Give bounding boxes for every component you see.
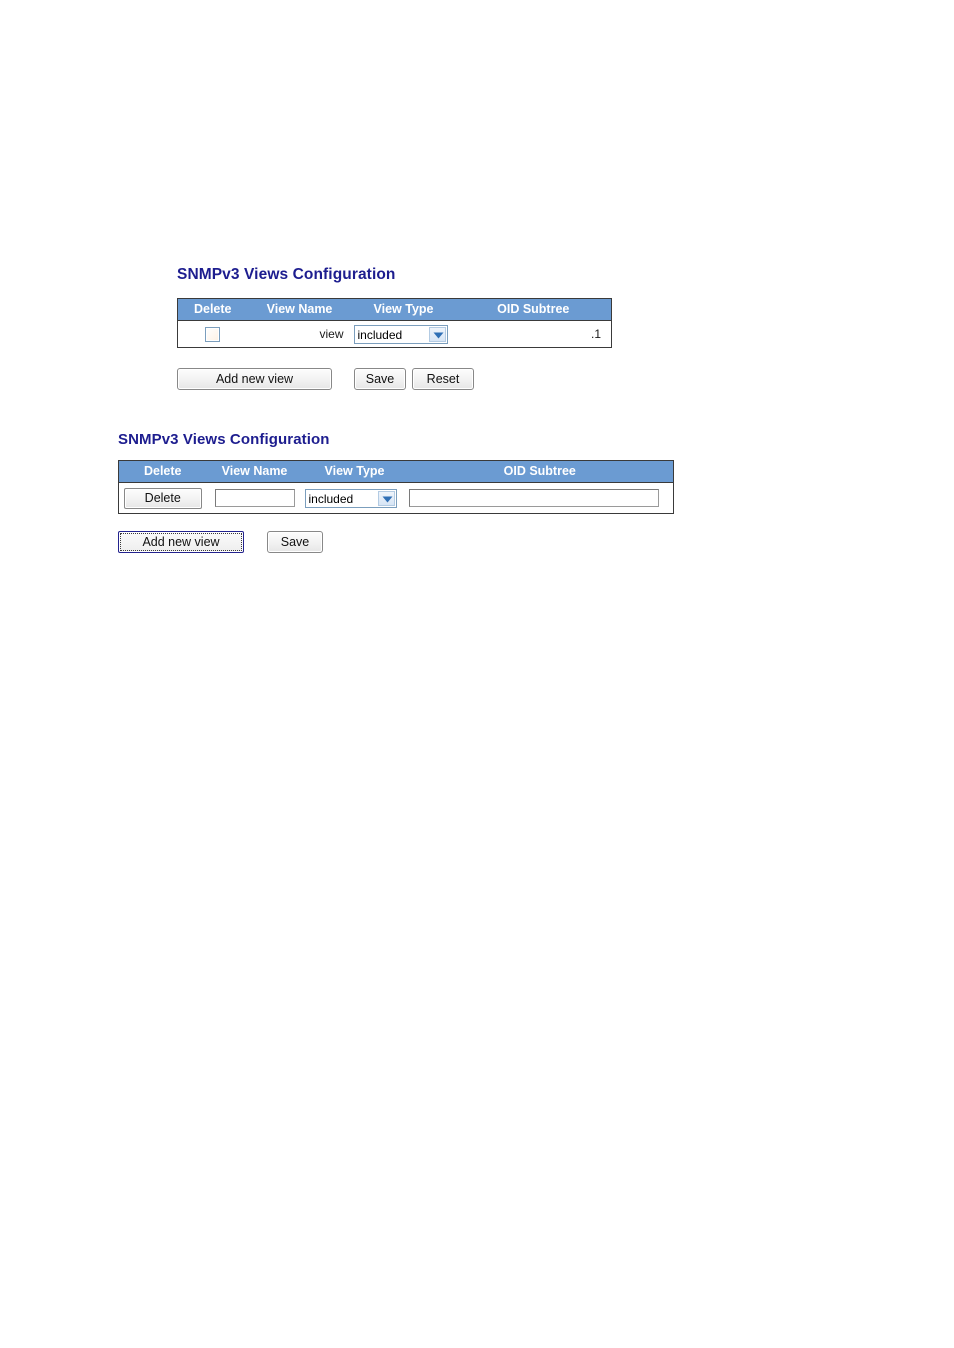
view-type-select-value: included [308,491,354,506]
page-title: SNMPv3 Views Configuration [177,266,396,283]
cell-view-name [206,482,303,514]
oid-subtree-input[interactable] [408,489,659,507]
add-new-view-button[interactable]: Add new view [177,368,332,390]
button-row: Add new view Save [118,531,718,553]
chevron-down-icon[interactable] [377,490,395,506]
add-new-view-button[interactable]: Add new view [118,531,244,553]
button-row: Add new view Save Reset [177,368,647,390]
snmpv3-views-new-section: SNMPv3 Views Configuration Delete View N… [118,431,718,553]
cell-oid-subtree [406,482,674,514]
column-header-delete: Delete [118,460,207,483]
view-type-select[interactable]: included [304,488,397,508]
column-header-oid-subtree: OID Subtree [455,298,612,321]
cell-view-type: included [351,320,456,348]
cell-view-type: included [302,482,407,514]
save-button[interactable]: Save [354,368,406,390]
snmpv3-views-table: Delete View Name View Type OID Subtree v… [177,298,612,348]
column-header-view-type: View Type [302,460,407,483]
view-type-select-value: included [357,327,403,342]
column-header-view-name: View Name [206,460,303,483]
page-title: SNMPv3 Views Configuration [118,431,330,448]
save-button[interactable]: Save [267,531,323,553]
table-row: view included .1 [177,320,612,348]
column-header-view-type: View Type [351,298,456,321]
view-type-select[interactable]: included [353,324,448,344]
cell-oid-subtree: .1 [455,320,612,348]
snmpv3-views-existing-section: SNMPv3 Views Configuration Delete View N… [177,266,647,390]
cell-view-name: view [247,320,352,348]
delete-checkbox[interactable] [205,326,221,342]
reset-button[interactable]: Reset [412,368,474,390]
snmpv3-views-new-table: Delete View Name View Type OID Subtree D… [118,460,674,514]
cell-delete [177,320,248,348]
column-header-delete: Delete [177,298,248,321]
table-header-row: Delete View Name View Type OID Subtree [177,298,612,321]
table-header-row: Delete View Name View Type OID Subtree [118,460,674,483]
cell-delete: Delete [118,482,207,514]
table-row: Delete included [118,482,674,514]
column-header-view-name: View Name [247,298,352,321]
view-name-input[interactable] [214,489,295,507]
chevron-down-icon[interactable] [428,326,446,342]
delete-row-button[interactable]: Delete [123,487,202,509]
column-header-oid-subtree: OID Subtree [406,460,674,483]
